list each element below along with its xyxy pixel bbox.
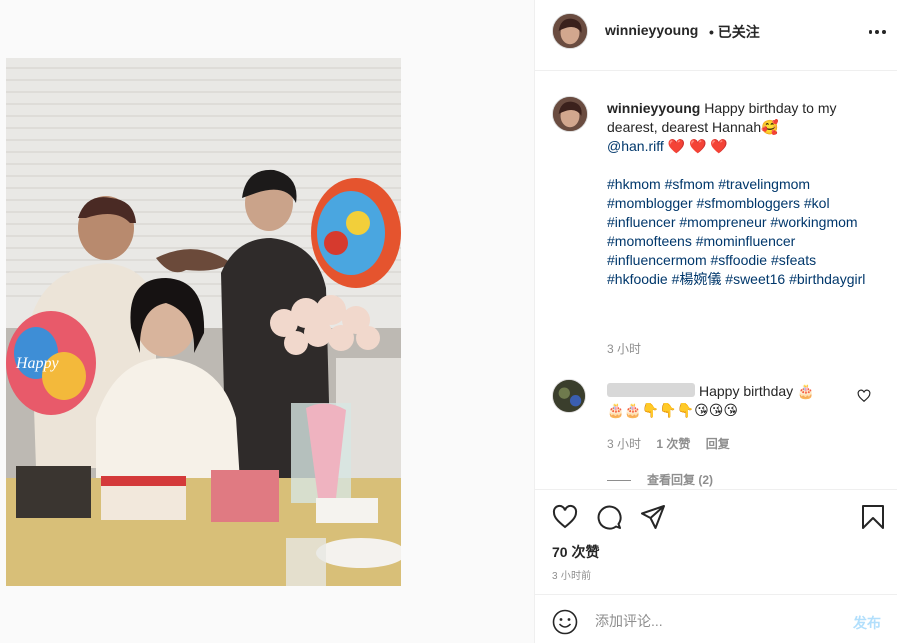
caption-username[interactable]: winnieyyoung <box>607 100 700 116</box>
avatar-image <box>553 380 585 412</box>
comment-text: Happy birthday 🎂 🎂🎂👇👇👇😘😘😘 <box>607 382 847 420</box>
reply-button[interactable]: 回复 <box>706 437 730 451</box>
view-replies-label: 查看回复 (2) <box>647 473 714 487</box>
emoji-icon[interactable] <box>552 609 578 635</box>
post-time-ago[interactable]: 3 小时前 <box>552 567 591 582</box>
photo-area: Happy <box>0 0 533 643</box>
heart-icon[interactable] <box>552 504 578 530</box>
comment-meta: 3 小时 1 次赞 回复 <box>607 435 742 452</box>
heart-icon[interactable] <box>857 389 871 403</box>
svg-text:Happy: Happy <box>15 355 60 372</box>
avatar-image <box>553 97 587 131</box>
comment-time[interactable]: 3 小时 <box>607 437 641 451</box>
post-photo[interactable]: Happy <box>6 58 401 586</box>
post-photo-illustration: Happy <box>6 58 401 586</box>
caption-hearts: ❤️ ❤️ ❤️ <box>667 138 728 154</box>
caption-time[interactable]: 3 小时 <box>607 340 641 357</box>
post-caption: winnieyyoung Happy birthday to my deares… <box>607 99 877 289</box>
comment-input[interactable] <box>595 611 825 631</box>
avatar-image <box>553 14 587 48</box>
post-header: winnieyyoung • 已关注 <box>535 0 897 71</box>
comments-list[interactable]: winnieyyoung Happy birthday to my deares… <box>535 71 897 489</box>
add-comment-bar: 发布 <box>535 594 897 643</box>
save-icon[interactable] <box>860 504 886 530</box>
likes-count[interactable]: 70 次赞 <box>552 542 599 562</box>
caption-mention[interactable]: @han.riff <box>607 138 664 154</box>
instagram-post-view: Happy winnieyyoung • 已关注 winnieyyoung Ha… <box>0 0 897 643</box>
post-username[interactable]: winnieyyoung <box>605 22 698 38</box>
avatar[interactable] <box>552 96 588 132</box>
follow-status[interactable]: • 已关注 <box>709 22 760 42</box>
more-icon[interactable] <box>867 22 887 42</box>
view-replies-button[interactable]: 查看回复 (2) <box>607 471 713 488</box>
avatar[interactable] <box>552 379 586 413</box>
comment-text-line2: 🎂🎂👇👇👇😘😘😘 <box>607 402 738 418</box>
comment-icon[interactable] <box>596 504 622 530</box>
avatar[interactable] <box>552 13 588 49</box>
share-icon[interactable] <box>640 504 666 530</box>
post-side-panel: winnieyyoung • 已关注 winnieyyoung Happy bi… <box>534 0 897 643</box>
post-comment-button[interactable]: 发布 <box>853 613 881 633</box>
post-actions: 70 次赞 3 小时前 <box>535 489 897 589</box>
divider <box>607 480 631 482</box>
comment-text-line1: Happy birthday 🎂 <box>699 383 815 399</box>
caption-hashtags[interactable]: #hkmom #sfmom #travelingmom #momblogger … <box>607 175 877 289</box>
comment-likes[interactable]: 1 次赞 <box>656 437 690 451</box>
